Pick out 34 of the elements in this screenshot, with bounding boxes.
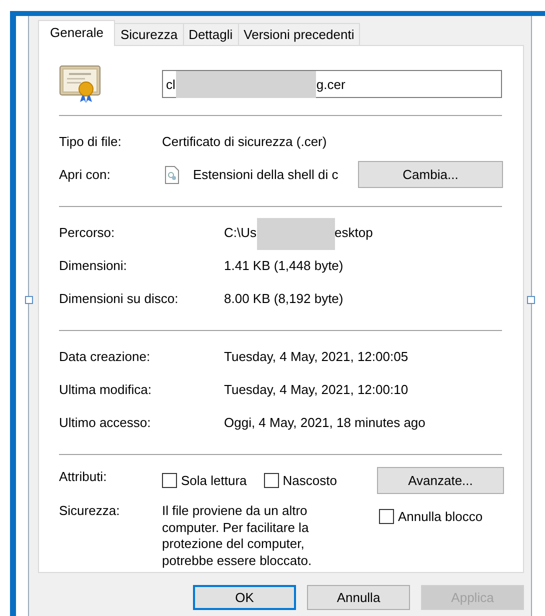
resize-handle[interactable] [25, 296, 33, 304]
field-value: Tuesday, 4 May, 2021, 12:00:05 [224, 349, 410, 364]
checkbox[interactable]: Annulla blocco [379, 509, 483, 524]
field-label: Data creazione: [59, 349, 152, 364]
tab[interactable]: Generale [38, 20, 116, 46]
checkbox[interactable]: Sola lettura [162, 473, 247, 488]
field-value: Tuesday, 4 May, 2021, 12:00:10 [224, 382, 410, 397]
certificate-icon [59, 65, 101, 103]
field-label: Attributi: [59, 468, 108, 484]
field-label: Tipo di file: [59, 134, 122, 149]
change-button[interactable]: Cambia... [358, 161, 503, 188]
field-value: 8.00 KB (8,192 byte) [224, 291, 344, 306]
field-label: Dimensioni su disco: [59, 291, 180, 306]
resize-handle[interactable] [527, 296, 535, 304]
file-name-field[interactable]: cl g.cer [162, 70, 502, 98]
dialog-button[interactable]: Annulla [307, 585, 410, 610]
document-icon [165, 166, 179, 184]
field-label: Dimensioni: [59, 258, 128, 273]
tab[interactable]: Versioni precedenti [238, 23, 360, 45]
field-label: Ultima modifica: [59, 382, 152, 397]
field-value: Oggi, 4 May, 2021, 18 minutes ago [224, 415, 426, 430]
field-label: Percorso: [59, 225, 116, 240]
field-label: Ultimo accesso: [59, 415, 152, 430]
field-value: Certificato di sicurezza (.cer) [162, 134, 328, 149]
field-label: Sicurezza: [59, 502, 121, 518]
security-message: Il file proviene da un altro computer. Per facilitare la protezione del computer, potrebbe essere bloccato. [162, 503, 313, 569]
checkbox[interactable]: Nascosto [264, 473, 337, 488]
field-label: Apri con: [59, 167, 112, 182]
app-name: Estensioni della shell di c [193, 167, 340, 182]
dialog-button[interactable]: OK [193, 585, 296, 610]
tab[interactable]: Dettagli [182, 23, 239, 45]
field-value: 1.41 KB (1,448 byte) [224, 258, 344, 273]
advanced-button[interactable]: Avanzate... [377, 467, 504, 494]
field-value: C:\Us esktop [224, 225, 502, 240]
